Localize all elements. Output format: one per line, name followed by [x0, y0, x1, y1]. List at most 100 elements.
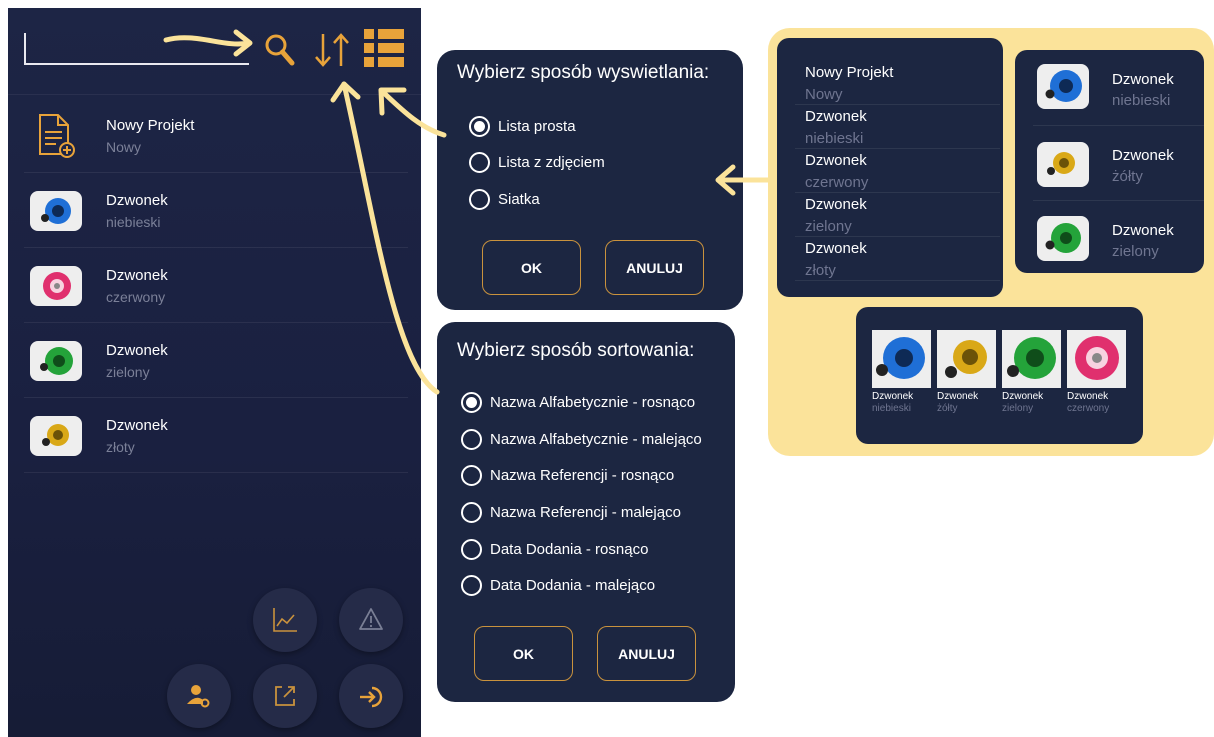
- list-item-bell-green[interactable]: Dzwonek zielony: [8, 323, 408, 398]
- warning-icon: [359, 608, 383, 630]
- bell-red-thumbnail: [30, 266, 82, 306]
- radio-unselected[interactable]: [469, 189, 490, 210]
- radio-selected[interactable]: [469, 116, 490, 137]
- preview-item-subtitle: czerwony: [805, 174, 869, 191]
- grid-item-subtitle: czerwony: [1067, 403, 1110, 414]
- bell-green-thumbnail: [30, 341, 82, 381]
- list-divider: [24, 472, 408, 473]
- chart-icon: [273, 608, 297, 632]
- list-divider: [795, 280, 1000, 281]
- sort-mode-dialog: Wybierz sposób sortowania: Nazwa Alfabet…: [437, 322, 735, 702]
- preview-item-subtitle: Nowy: [805, 86, 843, 103]
- chart-button[interactable]: [253, 588, 317, 652]
- user-settings-button[interactable]: [167, 664, 231, 728]
- login-icon: [360, 686, 383, 708]
- option-label: Nazwa Referencji - rosnąco: [490, 467, 675, 484]
- option-label: Data Dodania - rosnąco: [490, 541, 649, 558]
- list-item-subtitle: Nowy: [106, 139, 142, 155]
- plain-list-preview: Nowy Projekt Nowy Dzwonek niebieski Dzwo…: [777, 38, 1003, 297]
- list-item-title: Nowy Projekt: [106, 117, 195, 134]
- grid-item-subtitle: niebieski: [872, 403, 911, 414]
- list-divider: [795, 148, 1000, 149]
- search-input[interactable]: [24, 63, 249, 65]
- radio-unselected[interactable]: [461, 539, 482, 560]
- preview-item-title: Dzwonek: [1112, 71, 1174, 88]
- preview-item-title: Dzwonek: [805, 152, 867, 169]
- option-label: Nazwa Alfabetycznie - rosnąco: [490, 394, 696, 411]
- bell-yellow-thumbnail: [937, 330, 996, 388]
- radio-unselected[interactable]: [469, 152, 490, 173]
- preview-item-title: Nowy Projekt: [805, 64, 894, 81]
- list-divider: [1033, 200, 1204, 201]
- bell-green-thumbnail: [1002, 330, 1061, 388]
- list-item-title: Dzwonek: [106, 342, 168, 359]
- ok-button[interactable]: OK: [482, 240, 581, 295]
- option-label: Nazwa Alfabetycznie - malejąco: [490, 431, 702, 448]
- preview-item-title: Dzwonek: [1112, 147, 1174, 164]
- list-divider: [795, 192, 1000, 193]
- list-item-title: Dzwonek: [106, 192, 168, 209]
- radio-selected[interactable]: [461, 392, 482, 413]
- bell-blue-thumbnail: [1037, 64, 1089, 109]
- list-divider: [795, 104, 1000, 105]
- share-button[interactable]: [253, 664, 317, 728]
- user-settings-icon: [187, 685, 210, 708]
- radio-unselected[interactable]: [461, 575, 482, 596]
- grid-preview: Dzwonek niebieski Dzwonek żółty Dzwonek …: [856, 307, 1143, 444]
- option-label: Lista prosta: [498, 118, 576, 135]
- header-divider: [8, 94, 421, 95]
- list-item-bell-red[interactable]: Dzwonek czerwony: [8, 248, 408, 323]
- grid-item-title: Dzwonek: [937, 391, 979, 402]
- grid-item-title: Dzwonek: [1067, 391, 1109, 402]
- grid-item-subtitle: zielony: [1002, 403, 1034, 414]
- sort-icon[interactable]: [312, 30, 352, 70]
- warning-button[interactable]: [339, 588, 403, 652]
- search-icon[interactable]: [263, 32, 297, 68]
- new-document-icon: [34, 112, 78, 160]
- list-divider: [795, 236, 1000, 237]
- radio-unselected[interactable]: [461, 502, 482, 523]
- view-mode-icon[interactable]: [362, 26, 406, 70]
- bell-green-thumbnail: [1037, 216, 1089, 261]
- preview-item-subtitle: żółty: [1112, 168, 1143, 185]
- bell-red-thumbnail: [1067, 330, 1126, 388]
- bell-yellow-thumbnail: [1037, 142, 1089, 187]
- preview-item-subtitle: zielony: [1112, 243, 1159, 260]
- bell-blue-thumbnail: [30, 191, 82, 231]
- display-mode-dialog: Wybierz sposób wyswietlania: Lista prost…: [437, 50, 743, 310]
- preview-item-title: Dzwonek: [805, 240, 867, 257]
- radio-unselected[interactable]: [461, 429, 482, 450]
- radio-unselected[interactable]: [461, 465, 482, 486]
- list-item-new-project[interactable]: Nowy Projekt Nowy: [8, 98, 408, 173]
- list-item-subtitle: zielony: [106, 364, 150, 380]
- grid-item-title: Dzwonek: [1002, 391, 1044, 402]
- list-item-subtitle: złoty: [106, 439, 135, 455]
- cancel-button[interactable]: ANULUJ: [597, 626, 696, 681]
- preview-item-subtitle: zielony: [805, 218, 852, 235]
- grid-item-subtitle: żółty: [937, 403, 958, 414]
- option-label: Siatka: [498, 191, 540, 208]
- option-label: Lista z zdjęciem: [498, 154, 605, 171]
- preview-item-title: Dzwonek: [805, 108, 867, 125]
- bell-blue-thumbnail: [872, 330, 931, 388]
- phone-screen: Nowy Projekt Nowy Dzwonek niebieski Dzwo…: [8, 8, 421, 737]
- preview-item-title: Dzwonek: [1112, 222, 1174, 239]
- list-item-title: Dzwonek: [106, 417, 168, 434]
- list-item-subtitle: czerwony: [106, 289, 166, 305]
- list-divider: [1033, 125, 1204, 126]
- preview-item-subtitle: niebieski: [805, 130, 864, 147]
- list-item-title: Dzwonek: [106, 267, 168, 284]
- list-item-bell-blue[interactable]: Dzwonek niebieski: [8, 173, 408, 248]
- grid-item-title: Dzwonek: [872, 391, 914, 402]
- share-icon: [275, 686, 295, 706]
- dialog-title: Wybierz sposób sortowania:: [457, 340, 695, 361]
- list-item-subtitle: niebieski: [106, 214, 161, 230]
- cancel-button[interactable]: ANULUJ: [605, 240, 704, 295]
- login-button[interactable]: [339, 664, 403, 728]
- option-label: Data Dodania - malejąco: [490, 577, 656, 594]
- ok-button[interactable]: OK: [474, 626, 573, 681]
- search-cursor: [24, 33, 26, 63]
- list-item-bell-gold[interactable]: Dzwonek złoty: [8, 398, 408, 473]
- option-label: Nazwa Referencji - malejąco: [490, 504, 681, 521]
- preview-item-subtitle: niebieski: [1112, 92, 1171, 109]
